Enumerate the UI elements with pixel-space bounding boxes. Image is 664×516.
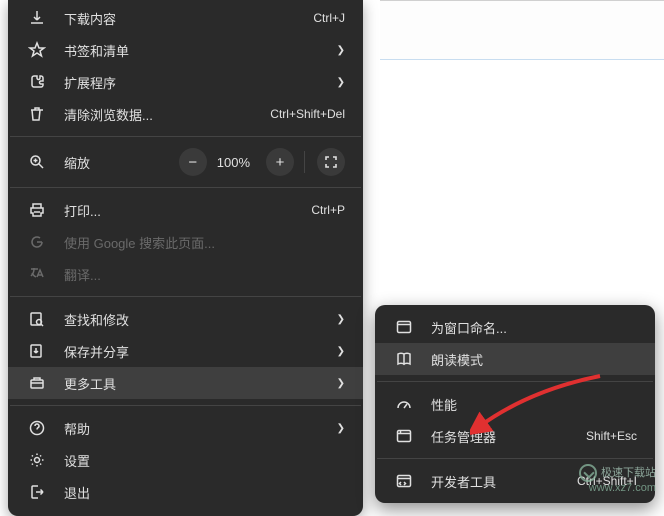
printer-icon xyxy=(28,201,46,219)
menu-label: 保存并分享 xyxy=(64,342,329,361)
save-share-icon xyxy=(28,342,46,360)
watermark-logo-icon xyxy=(579,464,597,482)
submenu-label: 性能 xyxy=(431,395,637,414)
watermark: 极速下载站 www.xz7.com xyxy=(579,464,656,495)
google-icon xyxy=(28,233,46,251)
menu-item-exit[interactable]: 退出 xyxy=(8,476,363,508)
star-icon xyxy=(28,41,46,59)
submenu-item-performance[interactable]: 性能 xyxy=(375,388,655,420)
toolbox-icon xyxy=(28,374,46,392)
chevron-right-icon: ❯ xyxy=(337,346,345,357)
menu-item-settings[interactable]: 设置 xyxy=(8,444,363,476)
menu-label: 翻译... xyxy=(64,265,345,284)
download-icon xyxy=(28,9,46,27)
find-icon xyxy=(28,310,46,328)
puzzle-icon xyxy=(28,73,46,91)
menu-label: 设置 xyxy=(64,451,345,470)
zoom-in-button[interactable]: + xyxy=(266,148,294,176)
zoom-value: 100% xyxy=(217,155,250,170)
fullscreen-button[interactable] xyxy=(317,148,345,176)
submenu-item-name-window[interactable]: 为窗口命名... xyxy=(375,311,655,343)
zoom-out-button[interactable]: − xyxy=(179,148,207,176)
help-icon xyxy=(28,419,46,437)
page-background xyxy=(380,0,664,60)
menu-item-translate: 翻译... xyxy=(8,258,363,290)
menu-label: 更多工具 xyxy=(64,374,329,393)
gauge-icon xyxy=(395,395,413,413)
menu-label: 书签和清单 xyxy=(64,41,329,60)
menu-label: 退出 xyxy=(64,483,345,502)
menu-item-clear-data[interactable]: 清除浏览数据... Ctrl+Shift+Del xyxy=(8,98,363,130)
submenu-label: 任务管理器 xyxy=(431,427,586,446)
devtools-icon xyxy=(395,472,413,490)
submenu-accel: Shift+Esc xyxy=(586,429,637,443)
exit-icon xyxy=(28,483,46,501)
translate-icon xyxy=(28,265,46,283)
chevron-right-icon: ❯ xyxy=(337,378,345,389)
menu-label: 打印... xyxy=(64,201,311,220)
menu-label: 清除浏览数据... xyxy=(64,105,270,124)
menu-label: 查找和修改 xyxy=(64,310,329,329)
task-manager-icon xyxy=(395,427,413,445)
chevron-right-icon: ❯ xyxy=(337,423,345,434)
zoom-divider xyxy=(304,151,305,173)
chrome-main-menu: 下载内容 Ctrl+J 书签和清单 ❯ 扩展程序 ❯ 清除浏览数据... Ctr… xyxy=(8,0,363,516)
menu-item-zoom: 缩放 − 100% + xyxy=(8,143,363,181)
submenu-item-task-manager[interactable]: 任务管理器 Shift+Esc xyxy=(375,420,655,452)
menu-accel: Ctrl+J xyxy=(313,11,345,25)
menu-separator xyxy=(377,458,653,459)
gear-icon xyxy=(28,451,46,469)
window-icon xyxy=(395,318,413,336)
menu-item-help[interactable]: 帮助 ❯ xyxy=(8,412,363,444)
menu-accel: Ctrl+Shift+Del xyxy=(270,107,345,121)
menu-item-more-tools[interactable]: 更多工具 ❯ xyxy=(8,367,363,399)
menu-label: 扩展程序 xyxy=(64,73,329,92)
menu-separator xyxy=(10,296,361,297)
submenu-label: 朗读模式 xyxy=(431,350,637,369)
menu-item-print[interactable]: 打印... Ctrl+P xyxy=(8,194,363,226)
chevron-right-icon: ❯ xyxy=(337,77,345,88)
chevron-right-icon: ❯ xyxy=(337,45,345,56)
menu-accel: Ctrl+P xyxy=(311,203,345,217)
menu-separator xyxy=(10,187,361,188)
menu-item-bookmarks[interactable]: 书签和清单 ❯ xyxy=(8,34,363,66)
menu-label: 帮助 xyxy=(64,419,329,438)
menu-item-extensions[interactable]: 扩展程序 ❯ xyxy=(8,66,363,98)
submenu-label: 开发者工具 xyxy=(431,472,577,491)
submenu-label: 为窗口命名... xyxy=(431,318,637,337)
menu-separator xyxy=(10,405,361,406)
book-icon xyxy=(395,350,413,368)
menu-separator xyxy=(10,136,361,137)
zoom-label: 缩放 xyxy=(64,153,173,172)
menu-item-google-search: 使用 Google 搜索此页面... xyxy=(8,226,363,258)
menu-label: 下载内容 xyxy=(64,9,313,28)
trash-icon xyxy=(28,105,46,123)
menu-separator xyxy=(377,381,653,382)
magnifier-icon xyxy=(28,153,46,171)
menu-item-find-edit[interactable]: 查找和修改 ❯ xyxy=(8,303,363,335)
submenu-item-reading-mode[interactable]: 朗读模式 xyxy=(375,343,655,375)
chevron-right-icon: ❯ xyxy=(337,314,345,325)
menu-label: 使用 Google 搜索此页面... xyxy=(64,233,345,252)
menu-item-save-share[interactable]: 保存并分享 ❯ xyxy=(8,335,363,367)
menu-item-downloads[interactable]: 下载内容 Ctrl+J xyxy=(8,2,363,34)
